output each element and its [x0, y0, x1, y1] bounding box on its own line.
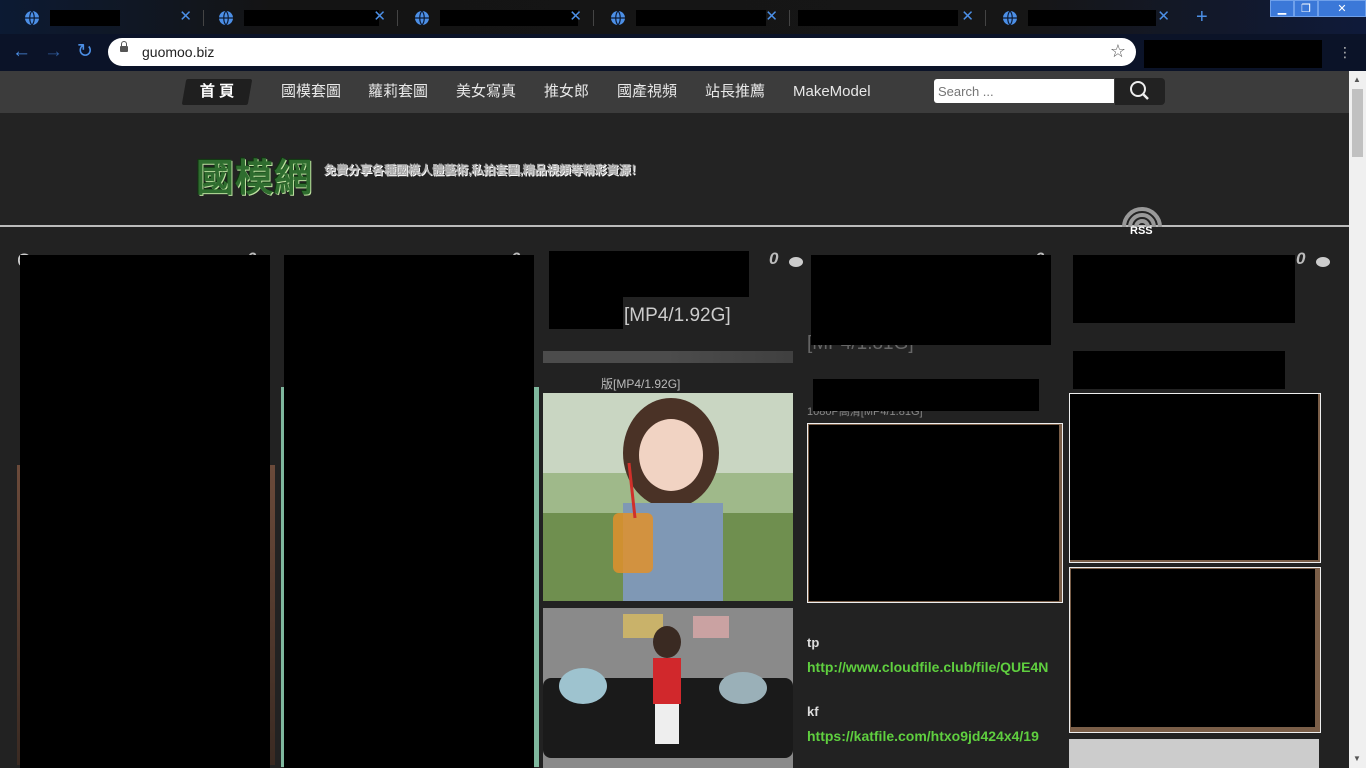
- minimize-button[interactable]: ▁: [1270, 0, 1294, 17]
- redacted-area: [1144, 40, 1322, 68]
- menu-item-luoli[interactable]: 蘿莉套圖: [368, 81, 428, 103]
- tab-separator: [985, 10, 986, 26]
- search-input[interactable]: [934, 79, 1114, 103]
- close-tab-icon[interactable]: ✕: [765, 8, 778, 26]
- tab-title: ██████: [50, 10, 120, 26]
- browser-tab[interactable]: ████████████ ✕: [204, 6, 398, 30]
- menu-item-makemodel[interactable]: MakeModel: [793, 81, 871, 103]
- post-title-tail[interactable]: [MP4/1.92G]: [624, 301, 804, 330]
- close-tab-icon[interactable]: ✕: [373, 8, 386, 26]
- close-window-button[interactable]: ✕: [1318, 0, 1366, 17]
- redacted-area: [20, 255, 270, 768]
- globe-icon: [219, 10, 233, 26]
- close-tab-icon[interactable]: ✕: [961, 8, 974, 26]
- menu-icon[interactable]: ⋮: [1338, 44, 1352, 61]
- redacted-area: [811, 255, 1051, 345]
- browser-tab-active[interactable]: ████████████ ✕: [988, 6, 1178, 30]
- redacted-area: [1073, 255, 1295, 323]
- search-button[interactable]: [1115, 78, 1165, 105]
- tab-separator: [789, 10, 790, 26]
- post-photo[interactable]: [543, 608, 793, 768]
- tab-title: ████████████: [244, 10, 379, 26]
- globe-icon: [611, 10, 625, 26]
- photo-illustration: [543, 608, 793, 768]
- post-card: 0 [MP4/1.92G] 版[MP4/1.92G]: [543, 227, 803, 768]
- tab-title: ████████████: [798, 10, 958, 26]
- new-tab-button[interactable]: +: [1196, 6, 1208, 28]
- redacted-area: [809, 425, 1059, 601]
- download-link[interactable]: http://www.cloudfile.club/file/QUE4N: [807, 659, 1071, 675]
- browser-tab[interactable]: ████████████ ✕: [400, 6, 594, 30]
- post-excerpt: 版[MP4/1.92G]: [601, 377, 681, 391]
- scroll-down-icon[interactable]: ▼: [1353, 754, 1361, 763]
- site-logo[interactable]: 國模網: [196, 147, 313, 202]
- address-bar[interactable]: guomoo.biz ☆: [108, 38, 1136, 66]
- lock-icon: [120, 41, 128, 52]
- redacted-area: [549, 251, 749, 297]
- site-header: 國模網 免費分享各種國模人體藝術,私拍套圖,精品視頻等精彩資源！ RSS: [0, 113, 1349, 237]
- redacted-area: [284, 255, 534, 768]
- close-tab-icon[interactable]: ✕: [179, 8, 192, 26]
- site-slogan: 免費分享各種國模人體藝術,私拍套圖,精品視頻等精彩資源！: [324, 163, 643, 177]
- post-card: 0 [MP4/1.81G] 1080P高清[MP4/1.81G] tp http…: [807, 227, 1063, 768]
- menu-item-video[interactable]: 國產視頻: [617, 81, 677, 103]
- redacted-area: [813, 379, 1039, 411]
- menu-item-meinv[interactable]: 美女寫真: [456, 81, 516, 103]
- tab-separator: [397, 10, 398, 26]
- reload-icon[interactable]: ↻: [77, 42, 93, 62]
- tab-title: ████████████: [636, 10, 766, 26]
- photo-illustration: [543, 393, 793, 601]
- download-label: tp: [807, 635, 820, 650]
- maximize-button[interactable]: ❐: [1294, 0, 1318, 17]
- tab-title: ████████████: [1028, 10, 1156, 26]
- globe-icon: [1003, 10, 1017, 26]
- download-link[interactable]: https://katfile.com/htxo9jd424x4/19: [807, 728, 1071, 744]
- browser-tab[interactable]: ██████ ✕: [10, 6, 204, 30]
- close-tab-icon[interactable]: ✕: [1157, 8, 1170, 26]
- tab-strip: ██████ ✕ ████████████ ✕ ████████████ ✕ █…: [0, 0, 1366, 34]
- redacted-area: [549, 297, 623, 329]
- comment-icon: [789, 257, 803, 267]
- site-menu: 首 頁 國模套圖 蘿莉套圖 美女寫真 推女郎 國產視頻 站長推薦 MakeMod…: [0, 71, 1349, 114]
- redacted-area: [1073, 351, 1285, 389]
- post-photo[interactable]: [1069, 739, 1319, 768]
- url-text[interactable]: guomoo.biz: [142, 44, 214, 60]
- close-tab-icon[interactable]: ✕: [569, 8, 582, 26]
- post-card: 0: [1069, 227, 1330, 768]
- redacted-area: [549, 373, 601, 389]
- browser-tab[interactable]: ████████████ ✕: [792, 6, 986, 30]
- web-page: 首 頁 國模套圖 蘿莉套圖 美女寫真 推女郎 國產視頻 站長推薦 MakeMod…: [0, 71, 1349, 768]
- scroll-up-icon[interactable]: ▲: [1353, 75, 1361, 84]
- post-card: 0: [281, 227, 539, 768]
- menu-item-guomo[interactable]: 國模套圖: [281, 81, 341, 103]
- forward-icon[interactable]: →: [44, 42, 63, 62]
- page-scrollbar[interactable]: ▲ ▼: [1349, 71, 1366, 768]
- back-icon[interactable]: ←: [12, 42, 31, 62]
- redacted-area: [1070, 394, 1318, 560]
- menu-item-tuinvlang[interactable]: 推女郎: [544, 81, 589, 103]
- menu-home[interactable]: 首 頁: [181, 79, 253, 105]
- post-excerpt-line: [543, 351, 793, 363]
- globe-icon: [415, 10, 429, 26]
- download-label: kf: [807, 704, 819, 719]
- bookmark-star-icon[interactable]: ☆: [1110, 41, 1126, 62]
- post-card: C 0: [17, 227, 275, 768]
- globe-icon: [25, 10, 39, 26]
- comment-count[interactable]: 0: [1296, 249, 1305, 269]
- browser-toolbar: ← → ↻ guomoo.biz ☆ ⋮: [0, 34, 1366, 71]
- tab-separator: [593, 10, 594, 26]
- menu-item-recommend[interactable]: 站長推薦: [705, 81, 765, 103]
- search-icon: [1130, 81, 1149, 100]
- scrollbar-thumb[interactable]: [1352, 89, 1363, 157]
- browser-tab[interactable]: ████████████ ✕: [596, 6, 790, 30]
- tab-title: ████████████: [440, 10, 578, 26]
- comment-icon: [1316, 257, 1330, 267]
- comment-count[interactable]: 0: [769, 249, 778, 269]
- redacted-area: [1071, 569, 1315, 727]
- menu-home-label: 首 頁: [199, 83, 235, 100]
- post-photo[interactable]: [543, 393, 793, 601]
